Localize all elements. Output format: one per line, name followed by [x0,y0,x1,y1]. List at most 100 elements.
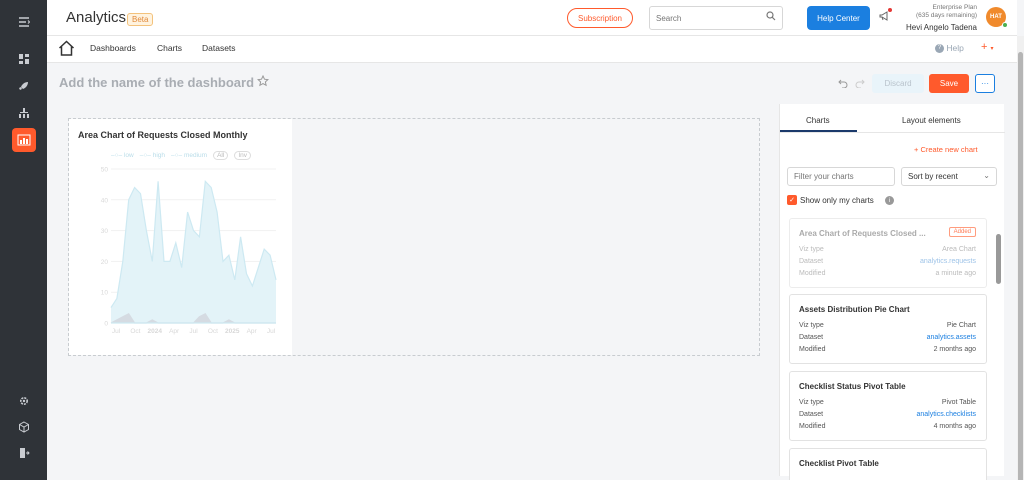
nav-bar: Dashboards Charts Datasets ? Help + ▾ [47,36,1017,63]
more-options-button[interactable]: ··· [975,74,995,93]
chart-card[interactable]: Checklist Status Pivot Table Viz type Pi… [789,371,987,441]
tab-divider [780,132,1005,133]
chart-card[interactable]: Area Chart of Requests Closed ... Added … [789,218,987,288]
search-icon[interactable] [766,11,776,24]
legend-label-high: high [152,152,165,159]
card-title: Area Chart of Requests Closed ... [799,229,926,238]
card-key: Viz type [799,246,824,253]
undo-icon[interactable] [838,78,848,91]
star-icon[interactable] [256,74,270,90]
legend-item-medium[interactable]: –○– medium [171,152,207,159]
dashboard-grid-icon[interactable] [12,47,36,71]
rocket-icon[interactable] [12,74,36,98]
charts-panel: Charts Layout elements + Create new char… [779,104,1005,480]
x-tick-label: Jul [267,328,276,335]
notification-dot [888,8,892,12]
x-tick-label: Jul [189,328,198,335]
chart-card[interactable]: Checklist Pivot Table [789,448,987,480]
user-name[interactable]: Hevi Angelo Tadena [877,23,977,32]
card-key: Dataset [799,411,824,418]
save-button[interactable]: Save [929,74,969,93]
card-value: Pivot Table [941,399,976,406]
panel-scrollbar[interactable] [996,234,1001,284]
settings-gear-icon[interactable] [12,389,36,413]
card-title: Assets Distribution Pie Chart [799,305,910,314]
caret-down-icon: ▾ [990,46,994,52]
chart-card[interactable]: Assets Distribution Pie Chart Viz type P… [789,294,987,364]
nav-charts[interactable]: Charts [157,43,182,53]
page-scrollbar-thumb[interactable] [1018,52,1023,480]
legend-item-high[interactable]: –○– high [140,152,165,159]
plan-remaining: (635 days remaining) [915,12,977,19]
tab-charts[interactable]: Charts [806,116,830,125]
nav-dashboards[interactable]: Dashboards [90,43,136,53]
card-value: Pie Chart [946,322,976,329]
y-tick-label: 40 [101,197,109,204]
card-key: Modified [799,270,826,277]
search-box [649,6,783,30]
beta-badge: Beta [127,13,154,26]
card-value: 4 months ago [933,423,976,430]
info-icon[interactable]: i [885,196,894,205]
widget-title: Area Chart of Requests Closed Monthly [78,130,248,140]
logout-icon[interactable] [12,441,36,465]
series-area-low[interactable] [111,181,276,323]
sort-value: Sort by recent [908,172,958,181]
subscription-button[interactable]: Subscription [567,8,633,28]
card-title: Checklist Status Pivot Table [799,382,906,391]
tab-layout-elements[interactable]: Layout elements [902,116,961,125]
dashboard-title-input[interactable]: Add the name of the dashboard [59,75,254,90]
app-root: Analytics Beta Subscription Help Center … [0,0,1024,480]
page-scrollbar[interactable] [1017,36,1024,480]
x-tick-label: 2025 [225,328,240,335]
top-bar: Analytics Beta Subscription Help Center … [47,0,1017,36]
y-tick-label: 20 [101,259,109,266]
card-value: Area Chart [942,246,976,253]
hierarchy-icon[interactable] [12,101,36,125]
box-icon[interactable] [12,415,36,439]
add-menu-button[interactable]: + ▾ [981,41,994,53]
nav-datasets[interactable]: Datasets [202,43,236,53]
help-link[interactable]: ? Help [935,43,964,54]
y-tick-label: 0 [104,321,108,328]
added-badge: Added [948,227,976,237]
create-new-chart-button[interactable]: + Create new chart [914,145,978,154]
left-rail [0,0,47,480]
y-tick-label: 10 [101,290,109,297]
card-key: Dataset [799,334,824,341]
help-center-button[interactable]: Help Center [807,6,870,30]
x-tick-label: Apr [247,328,258,335]
help-circle-icon: ? [935,44,944,54]
chart-widget[interactable]: Area Chart of Requests Closed Monthly –○… [69,119,292,355]
card-dataset-link[interactable]: analytics.checklists [916,411,976,418]
x-tick-label: 2024 [148,328,163,335]
y-tick-label: 30 [101,228,109,235]
discard-button[interactable]: Discard [872,74,924,93]
analytics-chart-icon[interactable] [12,128,36,152]
legend-label-low: low [123,152,134,159]
plus-label: + [981,41,988,53]
plan-info: Enterprise Plan (635 days remaining) [901,4,977,20]
sort-select[interactable]: Sort by recent ⌄ [901,167,997,186]
card-dataset-link[interactable]: analytics.requests [920,258,976,265]
plan-name: Enterprise Plan [932,4,977,11]
card-value: a minute ago [935,270,976,277]
x-tick-label: Oct [130,328,140,335]
card-dataset-link[interactable]: analytics.assets [927,334,976,341]
redo-icon[interactable] [855,78,865,91]
search-input[interactable] [650,7,758,29]
filter-charts-input[interactable] [787,167,895,186]
area-chart: 50 40 30 20 10 0 Jul Oct 2024 Apr Jul Oct 2025 Apr Jul [101,167,277,335]
chevron-down-icon: ⌄ [983,171,990,180]
menu-toggle-icon[interactable] [12,10,36,34]
legend-pill-all[interactable]: All [213,151,229,160]
show-only-mine-label: Show only my charts [800,196,874,205]
legend-pill-inv[interactable]: Inv [234,151,251,160]
legend-item-low[interactable]: –○– low [111,152,134,159]
card-value: 2 months ago [933,346,976,353]
home-icon[interactable] [58,40,75,60]
card-key: Modified [799,423,826,430]
show-only-mine-checkbox[interactable]: ✓ [787,195,797,205]
legend-label-medium: medium [183,152,208,159]
x-tick-label: Oct [208,328,218,335]
